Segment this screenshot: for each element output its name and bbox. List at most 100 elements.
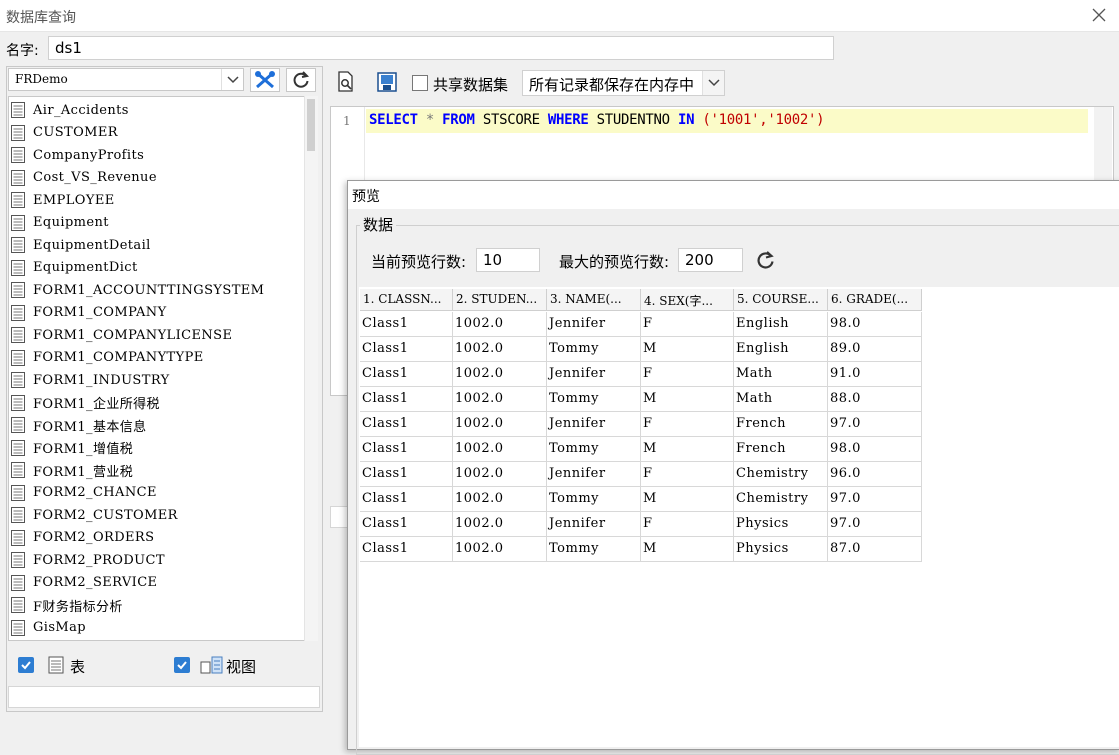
table-cell[interactable]: Class1	[360, 437, 453, 462]
table-cell[interactable]: Jennifer	[547, 412, 641, 437]
show-tables-checkbox[interactable]	[18, 657, 34, 673]
column-header[interactable]: 5. COURSE...	[734, 289, 828, 311]
table-cell[interactable]: Tommy	[547, 337, 641, 362]
table-cell[interactable]: Class1	[360, 387, 453, 412]
table-cell[interactable]: Class1	[360, 512, 453, 537]
table-list-item[interactable]: FORM1_COMPANYTYPE	[11, 347, 204, 369]
table-cell[interactable]: French	[734, 437, 828, 462]
max-rows-input[interactable]: 200	[678, 248, 743, 272]
table-list-item[interactable]: FORM2_CHANCE	[11, 482, 157, 504]
table-list-item[interactable]: Equipment	[11, 212, 109, 234]
table-cell[interactable]: Chemistry	[734, 487, 828, 512]
table-list-item[interactable]: FORM1_COMPANYLICENSE	[11, 324, 232, 346]
column-header[interactable]: 1. CLASSN...	[360, 289, 453, 311]
table-list-scrollbar[interactable]	[304, 96, 318, 641]
table-cell[interactable]: Physics	[734, 537, 828, 562]
table-cell[interactable]: 98.0	[828, 437, 922, 462]
table-cell[interactable]: 1002.0	[453, 362, 547, 387]
left-filter-box[interactable]	[8, 686, 320, 708]
table-cell[interactable]: 96.0	[828, 462, 922, 487]
database-select[interactable]: FRDemo	[8, 68, 244, 91]
table-cell[interactable]: 91.0	[828, 362, 922, 387]
column-header[interactable]: 4. SEX(字...	[641, 289, 734, 311]
table-list-item[interactable]: FORM1_增值税	[11, 437, 133, 459]
table-list-item[interactable]: CompanyProfits	[11, 144, 144, 166]
column-header[interactable]: 3. NAME(...	[547, 289, 641, 311]
table-list-item[interactable]: F财务指标分析	[11, 594, 123, 616]
table-list-item[interactable]: FORM1_COMPANY	[11, 302, 167, 324]
table-list-item[interactable]: CUSTOMER	[11, 122, 118, 144]
table-cell[interactable]: Physics	[734, 512, 828, 537]
table-cell[interactable]: Class1	[360, 312, 453, 337]
table-cell[interactable]: Class1	[360, 337, 453, 362]
table-cell[interactable]: 1002.0	[453, 337, 547, 362]
table-cell[interactable]: Jennifer	[547, 362, 641, 387]
column-header[interactable]: 2. STUDEN...	[453, 289, 547, 311]
table-cell[interactable]: Tommy	[547, 437, 641, 462]
table-list-item[interactable]: FORM1_基本信息	[11, 414, 147, 436]
table-list-item[interactable]: FORM1_INDUSTRY	[11, 369, 170, 391]
table-cell[interactable]: Jennifer	[547, 512, 641, 537]
table-list-item[interactable]: FORM1_营业税	[11, 459, 133, 481]
table-list-item[interactable]: EquipmentDetail	[11, 234, 151, 256]
chevron-down-icon[interactable]	[702, 71, 724, 95]
table-cell[interactable]: French	[734, 412, 828, 437]
preview-document-icon[interactable]	[336, 71, 356, 97]
table-list-item[interactable]: EquipmentDict	[11, 257, 138, 279]
table-cell[interactable]: M	[641, 337, 734, 362]
memory-mode-select[interactable]: 所有记录都保存在内存中	[522, 70, 725, 96]
name-input[interactable]: ds1	[48, 36, 834, 60]
table-cell[interactable]: 1002.0	[453, 312, 547, 337]
table-cell[interactable]: 1002.0	[453, 537, 547, 562]
table-list-item[interactable]: FORM2_ORDERS	[11, 527, 154, 549]
table-cell[interactable]: 88.0	[828, 387, 922, 412]
table-cell[interactable]: 98.0	[828, 312, 922, 337]
table-cell[interactable]: Tommy	[547, 487, 641, 512]
sql-query-text[interactable]: SELECT * FROM STSCORE WHERE STUDENTNO IN…	[369, 112, 825, 128]
chevron-down-icon[interactable]	[221, 69, 243, 90]
table-cell[interactable]: F	[641, 362, 734, 387]
show-views-checkbox[interactable]	[174, 657, 190, 673]
table-cell[interactable]: Math	[734, 387, 828, 412]
table-list-item[interactable]: FORM2_CUSTOMER	[11, 504, 178, 526]
wrench-tools-icon[interactable]	[250, 68, 280, 92]
table-cell[interactable]: Class1	[360, 487, 453, 512]
table-cell[interactable]: M	[641, 387, 734, 412]
table-cell[interactable]: 97.0	[828, 412, 922, 437]
current-rows-input[interactable]: 10	[476, 248, 540, 272]
table-cell[interactable]: M	[641, 537, 734, 562]
table-list-item[interactable]: Cost_VS_Revenue	[11, 167, 157, 189]
table-cell[interactable]: 97.0	[828, 487, 922, 512]
table-cell[interactable]: Chemistry	[734, 462, 828, 487]
table-cell[interactable]: 1002.0	[453, 437, 547, 462]
table-list-item[interactable]: FORM1_企业所得税	[11, 392, 160, 414]
table-list[interactable]: Air_Accidents CUSTOMER CompanyProfits Cost_…	[8, 96, 318, 641]
table-cell[interactable]: M	[641, 487, 734, 512]
close-icon[interactable]	[1089, 5, 1109, 25]
table-cell[interactable]: 1002.0	[453, 512, 547, 537]
table-cell[interactable]: Class1	[360, 462, 453, 487]
table-list-item[interactable]: FORM2_SERVICE	[11, 572, 157, 594]
table-cell[interactable]: 1002.0	[453, 487, 547, 512]
table-list-item[interactable]: Air_Accidents	[11, 99, 129, 121]
table-cell[interactable]: F	[641, 462, 734, 487]
table-cell[interactable]: 97.0	[828, 512, 922, 537]
table-cell[interactable]: Jennifer	[547, 312, 641, 337]
table-list-item[interactable]: GisMap	[11, 617, 86, 639]
table-cell[interactable]: Class1	[360, 412, 453, 437]
table-cell[interactable]: Tommy	[547, 537, 641, 562]
table-cell[interactable]: Class1	[360, 537, 453, 562]
save-parameter-icon[interactable]	[376, 71, 398, 97]
table-cell[interactable]: F	[641, 312, 734, 337]
table-cell[interactable]: 87.0	[828, 537, 922, 562]
table-cell[interactable]: English	[734, 312, 828, 337]
table-cell[interactable]: 1002.0	[453, 387, 547, 412]
table-cell[interactable]: M	[641, 437, 734, 462]
table-cell[interactable]: Tommy	[547, 387, 641, 412]
table-cell[interactable]: Math	[734, 362, 828, 387]
share-dataset-checkbox[interactable]	[412, 75, 428, 91]
refresh-icon[interactable]	[754, 249, 776, 275]
column-header[interactable]: 6. GRADE(...	[828, 289, 922, 311]
table-list-item[interactable]: FORM1_ACCOUNTTINGSYSTEM	[11, 279, 264, 301]
table-cell[interactable]: 89.0	[828, 337, 922, 362]
